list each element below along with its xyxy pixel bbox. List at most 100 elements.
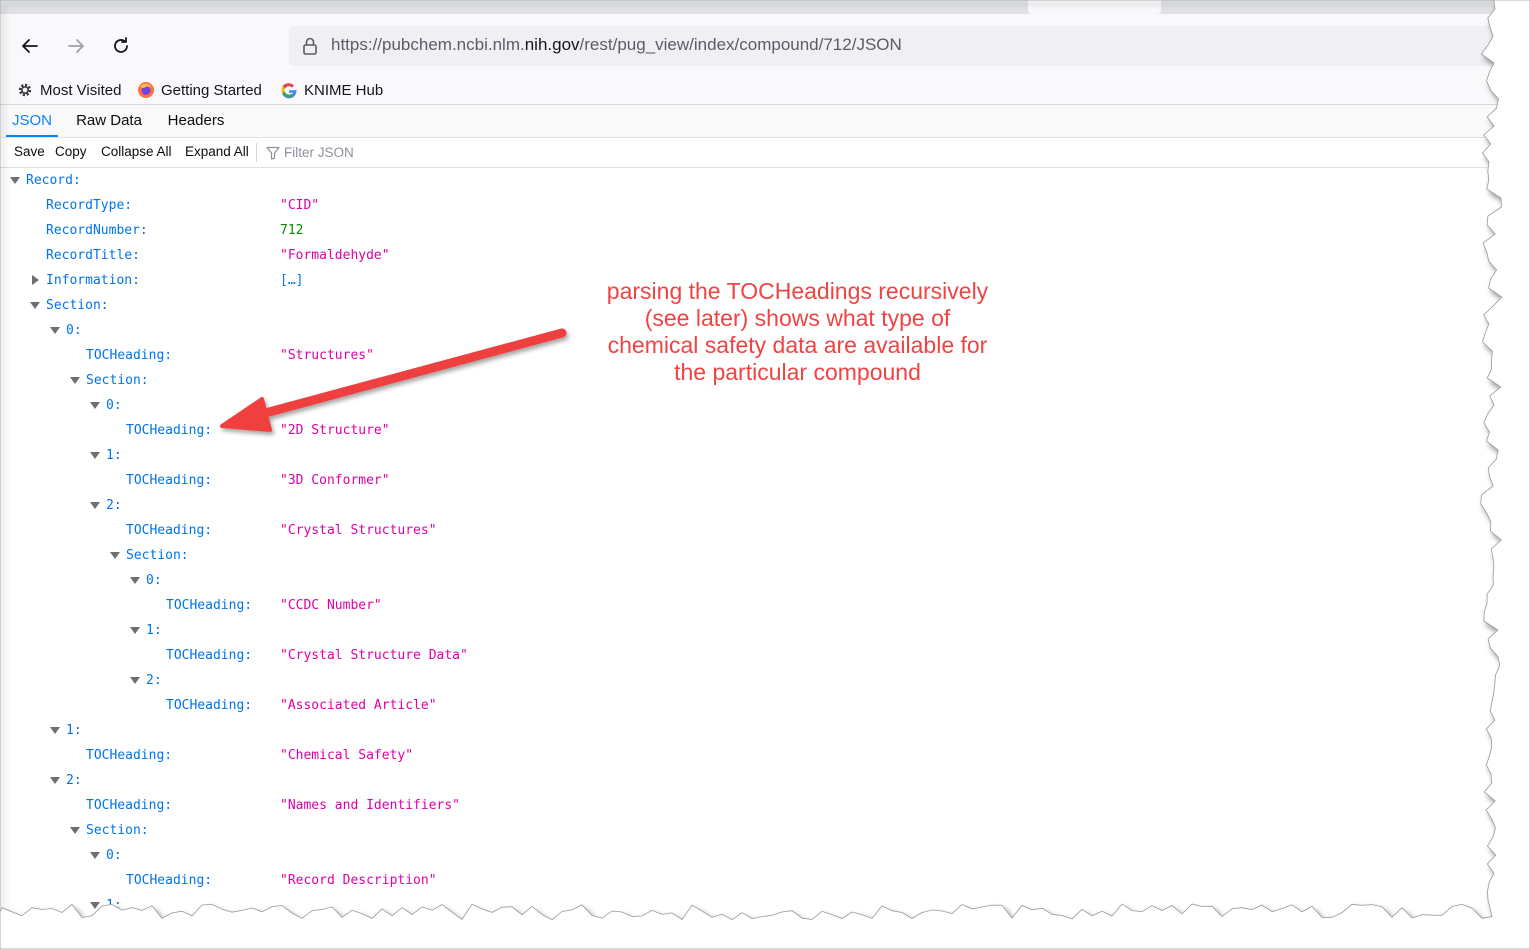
expanded-twisty-icon[interactable]: [70, 827, 80, 834]
url-text: https://pubchem.ncbi.nlm.nih.gov/rest/pu…: [331, 35, 902, 55]
json-tree-row: TOCHeading: "3D Conformer": [0, 468, 1500, 493]
json-tree-row: TOCHeading: "Associated Article": [0, 693, 1500, 718]
filter-json-input[interactable]: Filter JSON: [266, 143, 354, 162]
json-value: "Chemical Safety": [280, 748, 414, 763]
collapse-all-button[interactable]: Collapse All: [101, 144, 172, 159]
json-toolbar: Save Copy Collapse All Expand All Filter…: [0, 138, 1500, 168]
url-suffix: /rest/pug_view/index/compound/712/JSON: [579, 35, 902, 54]
json-key: 1:: [146, 623, 162, 638]
json-tree-row[interactable]: 2:: [0, 668, 1500, 693]
json-tree-row[interactable]: 2:: [0, 768, 1500, 793]
active-browser-tab[interactable]: [1028, 0, 1161, 14]
bookmark-most-visited[interactable]: Most Visited: [16, 78, 121, 102]
copy-button[interactable]: Copy: [55, 144, 87, 159]
json-tree-row[interactable]: 0:: [0, 843, 1500, 868]
json-key: TOCHeading:: [126, 523, 213, 538]
tab-raw-data[interactable]: Raw Data: [68, 105, 150, 137]
forward-button[interactable]: [60, 30, 92, 62]
json-key: RecordNumber:: [46, 223, 148, 238]
expanded-twisty-icon[interactable]: [110, 552, 120, 559]
json-viewer-tabs: JSON Raw Data Headers: [0, 105, 1500, 138]
json-key: TOCHeading:: [126, 423, 213, 438]
google-icon: [281, 83, 297, 99]
url-domain: nih.gov: [524, 35, 580, 54]
json-value: "Crystal Structures": [280, 523, 437, 538]
json-tree-row: RecordType: "CID": [0, 193, 1500, 218]
json-tree-row: RecordTitle: "Formaldehyde": [0, 243, 1500, 268]
expanded-twisty-icon[interactable]: [30, 302, 40, 309]
reload-icon: [114, 37, 128, 53]
expand-all-button[interactable]: Expand All: [185, 144, 249, 159]
expanded-twisty-icon[interactable]: [10, 177, 20, 184]
json-tree-row[interactable]: 1:: [0, 443, 1500, 468]
json-key: TOCHeading:: [166, 698, 253, 713]
json-key: TOCHeading:: [166, 648, 253, 663]
json-value: 712: [280, 223, 304, 238]
bookmarks-toolbar: Most Visited Getting Started KNIME Hub: [0, 76, 1500, 105]
json-tree-row: TOCHeading: "Chemical Safety": [0, 743, 1500, 768]
json-key: 1:: [66, 723, 82, 738]
json-key: 0:: [66, 323, 82, 338]
json-key: RecordTitle:: [46, 248, 140, 263]
expanded-twisty-icon[interactable]: [50, 327, 60, 334]
expanded-twisty-icon[interactable]: [90, 502, 100, 509]
json-tree-row[interactable]: 0:: [0, 568, 1500, 593]
bookmark-getting-started[interactable]: Getting Started: [137, 78, 262, 102]
json-tree-row[interactable]: Section:: [0, 543, 1500, 568]
address-bar[interactable]: https://pubchem.ncbi.nlm.nih.gov/rest/pu…: [289, 26, 1500, 66]
json-tree-row[interactable]: Record:: [0, 168, 1500, 193]
reload-button[interactable]: [105, 30, 137, 62]
json-tree-row: TOCHeading: "2D Structure": [0, 418, 1500, 443]
json-key: Section:: [126, 548, 189, 563]
filter-icon: [266, 146, 280, 160]
tab-headers[interactable]: Headers: [160, 105, 232, 137]
json-value: "Record Description": [280, 873, 437, 888]
json-key: TOCHeading:: [126, 473, 213, 488]
json-tree-row: RecordNumber: 712: [0, 218, 1500, 243]
forward-arrow-icon: [68, 39, 84, 53]
annotation-text: parsing the TOCHeadings recursively (see…: [560, 278, 1035, 386]
expanded-twisty-icon[interactable]: [90, 852, 100, 859]
expanded-twisty-icon[interactable]: [70, 377, 80, 384]
lock-icon: [303, 37, 317, 55]
json-tree-row: TOCHeading: "Names and Identifiers": [0, 793, 1500, 818]
json-value: "2D Structure": [280, 423, 390, 438]
toolbar-divider: [256, 143, 257, 162]
expanded-twisty-icon[interactable]: [50, 777, 60, 784]
back-button[interactable]: [14, 30, 46, 62]
annotation-line: parsing the TOCHeadings recursively: [606, 278, 989, 304]
json-key: 1:: [106, 448, 122, 463]
json-tree-row: TOCHeading: "Record Description": [0, 868, 1500, 893]
json-key: Section:: [46, 298, 109, 313]
save-button[interactable]: Save: [14, 144, 45, 159]
json-tree-row: TOCHeading: "Crystal Structures": [0, 518, 1500, 543]
collapsed-twisty-icon[interactable]: [32, 275, 39, 285]
tab-json[interactable]: JSON: [6, 105, 58, 137]
expanded-twisty-icon[interactable]: [130, 627, 140, 634]
json-tree-row[interactable]: 1:: [0, 618, 1500, 643]
json-tree-row: TOCHeading: "Crystal Structure Data": [0, 643, 1500, 668]
json-tree-row[interactable]: 1:: [0, 893, 1500, 918]
json-value: "3D Conformer": [280, 473, 390, 488]
navigation-bar: https://pubchem.ncbi.nlm.nih.gov/rest/pu…: [0, 14, 1500, 76]
json-key: TOCHeading:: [166, 598, 253, 613]
json-tree-row[interactable]: 0:: [0, 393, 1500, 418]
json-key: Record:: [26, 173, 81, 188]
annotation-line: (see later) shows what type of: [644, 305, 951, 331]
json-tree-row[interactable]: 2:: [0, 493, 1500, 518]
json-value: "Structures": [280, 348, 374, 363]
expanded-twisty-icon[interactable]: [50, 727, 60, 734]
bookmark-knime-hub[interactable]: KNIME Hub: [280, 78, 383, 102]
json-key: Information:: [46, 273, 140, 288]
expanded-twisty-icon[interactable]: [130, 577, 140, 584]
expanded-twisty-icon[interactable]: [90, 402, 100, 409]
expanded-twisty-icon[interactable]: [130, 677, 140, 684]
json-tree-row[interactable]: Section:: [0, 818, 1500, 843]
json-tree-row[interactable]: 1:: [0, 718, 1500, 743]
expanded-twisty-icon[interactable]: [90, 452, 100, 459]
json-key: 0:: [106, 848, 122, 863]
json-value: "CCDC Number": [280, 598, 382, 613]
expanded-twisty-icon[interactable]: [90, 902, 100, 909]
json-value: […]: [280, 273, 304, 288]
json-tree-row: TOCHeading: "CCDC Number": [0, 593, 1500, 618]
